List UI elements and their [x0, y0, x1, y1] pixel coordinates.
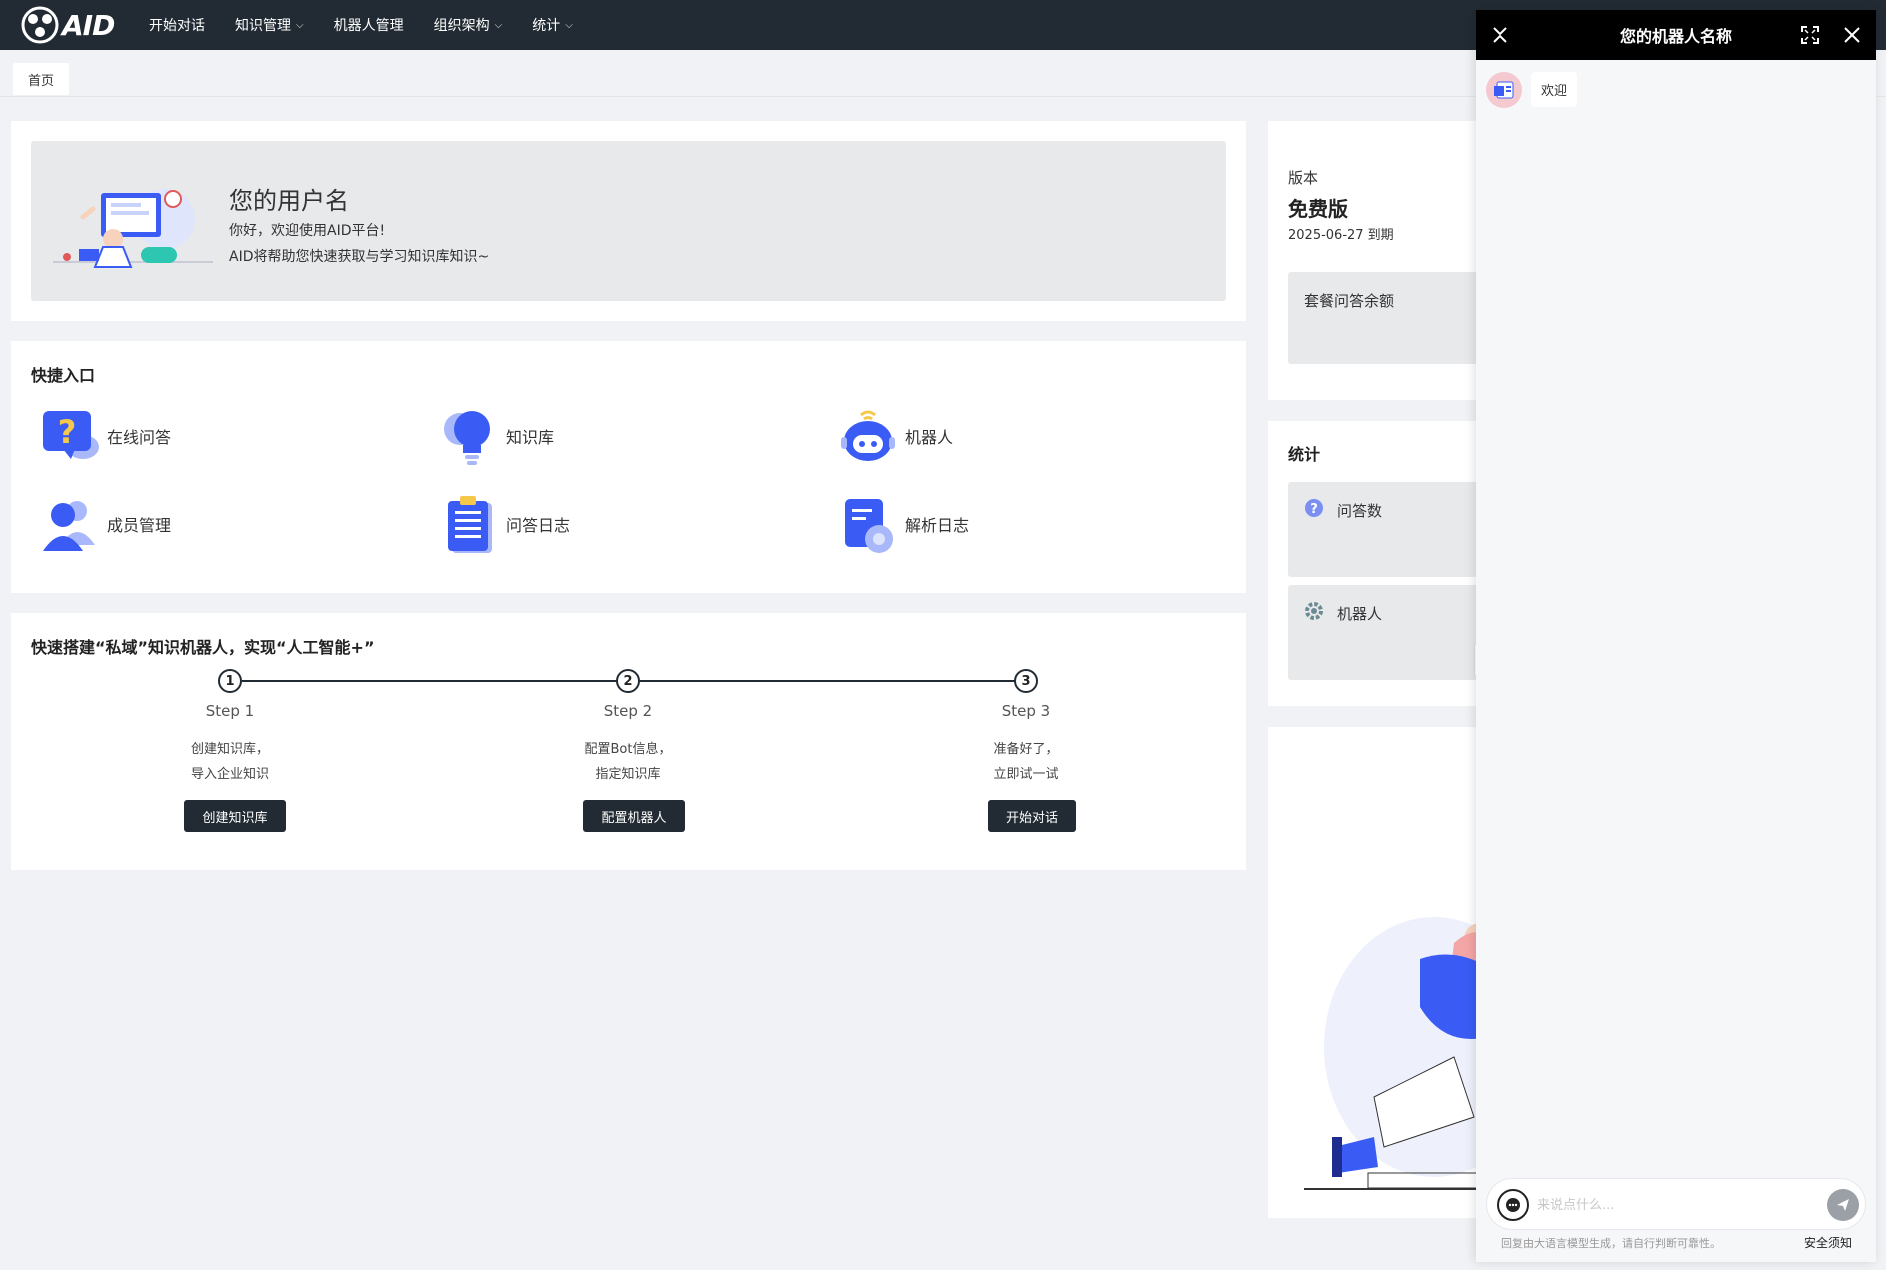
- quick-item-label: 成员管理: [107, 516, 172, 535]
- robot-icon: [841, 410, 895, 461]
- welcome-username: 您的用户名: [229, 187, 349, 215]
- nav-item-label: 组织架构: [433, 18, 490, 34]
- nav-item-label: 统计: [532, 18, 561, 34]
- logo[interactable]: AID: [20, 5, 120, 45]
- clipboard-log-icon: [448, 496, 492, 553]
- main-nav: 开始对话 知识管理 ⌵ 机器人管理 组织架构 ⌵ 统计 ⌵: [134, 0, 588, 50]
- quick-item-robot[interactable]: 机器人: [835, 403, 953, 469]
- gear-icon: [1305, 602, 1323, 620]
- chevron-down-icon: ⌵: [494, 19, 503, 31]
- quick-item-knowledge[interactable]: 知识库: [436, 403, 554, 469]
- step-2-number: 2: [616, 669, 640, 693]
- plan-label: 版本: [1288, 169, 1319, 187]
- bot-message: 欢迎: [1531, 72, 1578, 107]
- start-chat-button[interactable]: 开始对话: [988, 800, 1076, 832]
- close-icon[interactable]: [1840, 23, 1864, 47]
- chat-bubble-icon[interactable]: [1497, 1189, 1529, 1221]
- step-desc-line: 创建知识库，: [190, 742, 269, 757]
- lightbulb-icon: [444, 411, 490, 465]
- chat-panel: 您的机器人名称 欢迎 回复由大语言模型生成，请自行判断可靠性。 安全须知: [1476, 10, 1876, 1262]
- plan-card: 版本 免费版 2025-06-27 到期 套餐问答余额: [1268, 121, 1488, 400]
- quick-item-label: 问答日志: [506, 516, 571, 535]
- stats-robots-label: 机器人: [1337, 605, 1383, 623]
- chat-title: 您的机器人名称: [1619, 27, 1732, 46]
- stats-card: 统计 ? 问答数 机器人: [1268, 421, 1488, 706]
- nav-item-stats[interactable]: 统计 ⌵: [517, 0, 588, 50]
- step-1-name: Step 1: [205, 702, 255, 720]
- welcome-greeting: 你好，欢迎使用AID平台!: [229, 223, 386, 239]
- stats-title: 统计: [1288, 445, 1321, 464]
- step-desc-line: 立即试一试: [993, 767, 1059, 782]
- quick-item-label: 机器人: [905, 428, 954, 447]
- welcome-subtext: AID将帮助您快速获取与学习知识库知识~: [229, 249, 490, 265]
- question-circle-icon: ?: [1305, 499, 1323, 517]
- quick-setup-card: 快速搭建“私域”知识机器人，实现“人工智能+” 1 2 3 Step 1 Ste…: [11, 613, 1246, 870]
- step-2-desc: 配置Bot信息， 指定知识库: [538, 737, 718, 787]
- chat-header: 您的机器人名称: [1476, 10, 1876, 60]
- step-3-name: Step 3: [1001, 702, 1051, 720]
- quick-entry-card: 快捷入口 ? 在线问答 知识库 机器人 成员管理 问答日志 解析日志: [11, 341, 1246, 593]
- welcome-illustration-icon: [53, 189, 213, 268]
- nav-item-chat[interactable]: 开始对话: [134, 0, 220, 50]
- create-knowledge-button[interactable]: 创建知识库: [184, 800, 286, 832]
- bot-avatar-icon: [1494, 81, 1514, 99]
- step-desc-line: 指定知识库: [595, 767, 661, 782]
- step-3-number: 3: [1014, 669, 1038, 693]
- plan-name: 免费版: [1288, 197, 1348, 221]
- nav-item-robots[interactable]: 机器人管理: [319, 0, 419, 50]
- logo-icon: [21, 6, 59, 44]
- step-desc-line: 导入企业知识: [190, 767, 269, 782]
- quick-item-label: 在线问答: [107, 428, 172, 447]
- step-3-desc: 准备好了， 立即试一试: [936, 737, 1116, 787]
- stats-robots-box: 机器人: [1288, 585, 1488, 680]
- quick-item-parse-log[interactable]: 解析日志: [835, 491, 969, 557]
- quick-item-members[interactable]: 成员管理: [37, 491, 171, 557]
- quick-entry-title: 快捷入口: [31, 366, 96, 385]
- document-log-icon: [845, 499, 893, 553]
- step-1-desc: 创建知识库， 导入企业知识: [140, 737, 320, 787]
- quick-item-label: 解析日志: [905, 516, 970, 535]
- quick-item-online-qa[interactable]: ? 在线问答: [37, 403, 171, 469]
- send-icon[interactable]: [1827, 1189, 1859, 1221]
- members-icon: [43, 501, 95, 551]
- nav-item-knowledge[interactable]: 知识管理 ⌵: [220, 0, 319, 50]
- fullscreen-icon[interactable]: [1798, 23, 1822, 47]
- chat-input[interactable]: [1537, 1191, 1817, 1219]
- nav-item-label: 机器人管理: [333, 18, 404, 34]
- logo-text: AID: [62, 8, 115, 42]
- question-chat-icon: ?: [43, 411, 99, 459]
- quick-item-qa-log[interactable]: 问答日志: [436, 491, 570, 557]
- chevron-down-icon: ⌵: [565, 19, 573, 31]
- svg-text:?: ?: [1310, 502, 1318, 517]
- step-2-name: Step 2: [603, 702, 653, 720]
- welcome-banner: 您的用户名 你好，欢迎使用AID平台! AID将帮助您快速获取与学习知识库知识~: [31, 141, 1226, 301]
- chat-disclaimer: 回复由大语言模型生成，请自行判断可靠性。: [1501, 1237, 1721, 1250]
- quick-item-label: 知识库: [506, 428, 555, 447]
- configure-robot-button[interactable]: 配置机器人: [583, 800, 685, 832]
- illustration-card: [1268, 727, 1488, 1218]
- bot-avatar: [1486, 72, 1522, 108]
- plan-expiry: 2025-06-27 到期: [1288, 228, 1394, 243]
- quota-label: 套餐问答余额: [1304, 292, 1395, 310]
- collapse-icon[interactable]: [1488, 23, 1512, 47]
- stats-questions-label: 问答数: [1337, 502, 1383, 520]
- safety-notice-link[interactable]: 安全须知: [1804, 1234, 1852, 1251]
- step-1-number: 1: [218, 669, 242, 693]
- quick-setup-title: 快速搭建“私域”知识机器人，实现“人工智能+”: [31, 638, 375, 657]
- running-person-illustration-icon: [1304, 917, 1488, 1190]
- nav-item-label: 开始对话: [149, 18, 205, 34]
- welcome-card: 您的用户名 你好，欢迎使用AID平台! AID将帮助您快速获取与学习知识库知识~: [11, 121, 1246, 321]
- nav-item-org[interactable]: 组织架构 ⌵: [419, 0, 518, 50]
- tag-home[interactable]: 首页: [13, 63, 70, 95]
- svg-text:?: ?: [58, 413, 77, 451]
- nav-item-label: 知识管理: [235, 18, 291, 34]
- stats-questions-box: ? 问答数: [1288, 482, 1488, 577]
- step-desc-line: 配置Bot信息，: [584, 742, 672, 757]
- chevron-down-icon: ⌵: [296, 19, 304, 31]
- quota-box: 套餐问答余额: [1288, 272, 1488, 364]
- step-desc-line: 准备好了，: [993, 742, 1059, 757]
- chat-input-container: [1486, 1178, 1866, 1230]
